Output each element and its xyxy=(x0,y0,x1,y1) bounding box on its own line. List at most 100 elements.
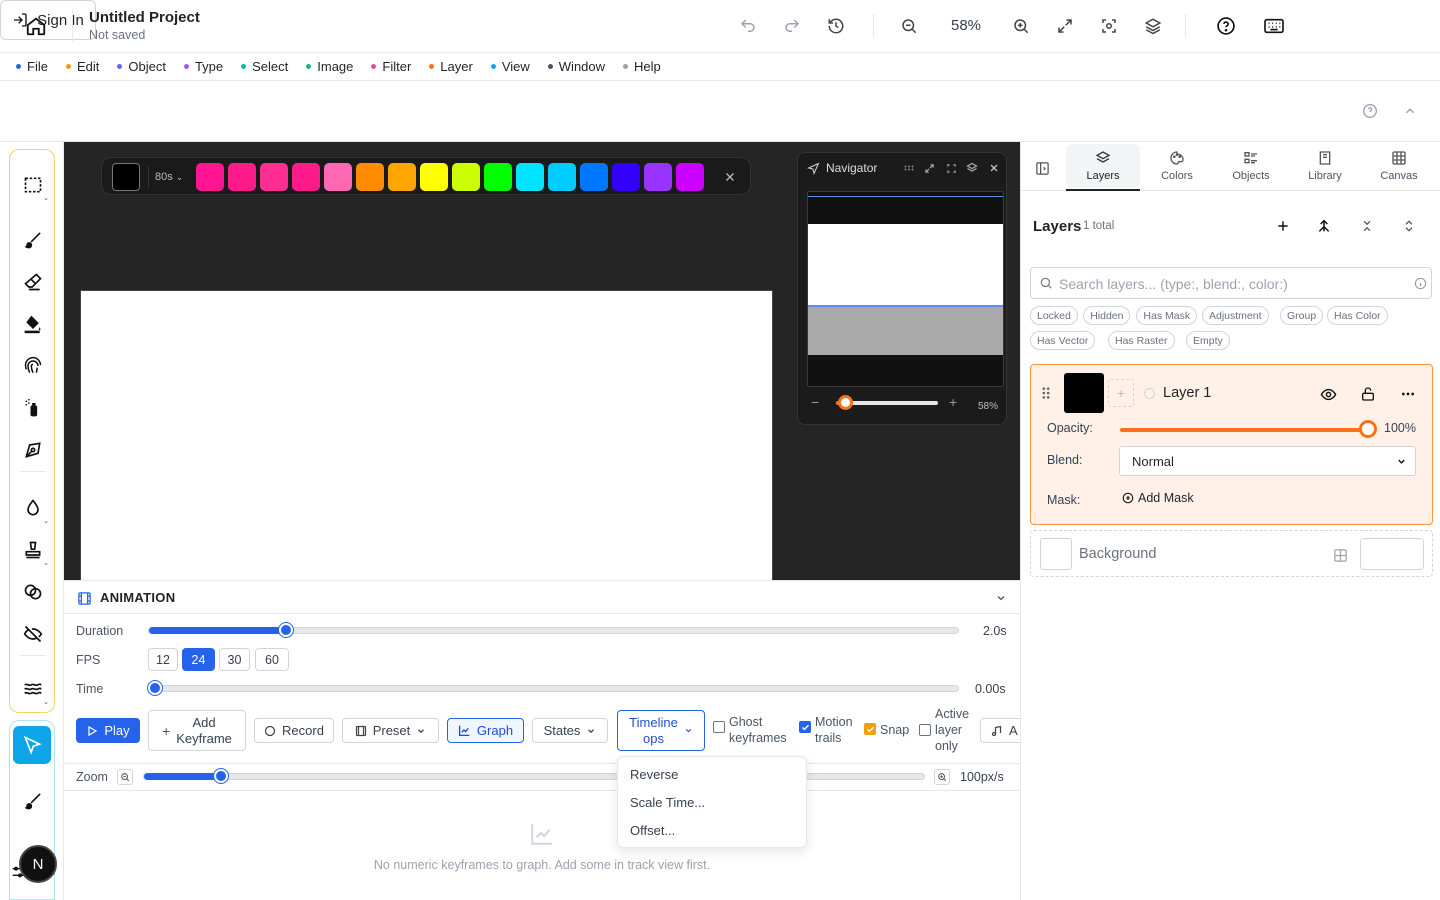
pointer-icon[interactable] xyxy=(13,726,51,764)
blur-drop-icon[interactable]: ⌄ xyxy=(20,495,49,525)
filter-chip[interactable]: Has Color xyxy=(1327,306,1388,325)
add-mask-button[interactable]: Add Mask xyxy=(1122,491,1194,505)
background-thumbnail[interactable] xyxy=(1040,538,1072,570)
snap-toggle[interactable]: Snap xyxy=(864,722,909,738)
layer-color-dot[interactable] xyxy=(1144,388,1155,399)
expand-icon[interactable] xyxy=(922,161,936,175)
color-swatch[interactable] xyxy=(676,163,704,191)
help-icon[interactable] xyxy=(1212,12,1240,40)
fps-30-button[interactable]: 30 xyxy=(219,648,250,671)
opacity-slider[interactable] xyxy=(1120,428,1370,432)
duration-slider[interactable] xyxy=(148,627,959,634)
home-icon[interactable] xyxy=(20,11,52,41)
collapse-icon[interactable] xyxy=(1400,101,1420,121)
menu-item-edit[interactable]: Edit xyxy=(65,59,99,74)
zoom-level[interactable]: 58% xyxy=(940,17,992,34)
menu-item-layer[interactable]: Layer xyxy=(429,59,473,74)
layer-row[interactable]: + Layer 1 Opacity: 100% Blend: Normal Ma… xyxy=(1030,364,1433,525)
color-swatch[interactable] xyxy=(260,163,288,191)
color-swatch[interactable] xyxy=(388,163,416,191)
color-swatch[interactable] xyxy=(516,163,544,191)
ghost-keyframes-checkbox[interactable] xyxy=(713,721,725,733)
graph-button[interactable]: Graph xyxy=(447,718,524,743)
scale-time-menu-item[interactable]: Scale Time... xyxy=(630,795,705,810)
tab-layers[interactable]: Layers xyxy=(1066,144,1140,191)
history-icon[interactable] xyxy=(822,12,850,40)
color-swatch[interactable] xyxy=(612,163,640,191)
add-mask-thumb-icon[interactable]: + xyxy=(1108,379,1134,407)
layers-icon[interactable] xyxy=(965,161,979,175)
timeline-ops-button[interactable]: Timeline ops xyxy=(617,710,705,751)
menu-item-image[interactable]: Image xyxy=(306,59,353,74)
eraser-icon[interactable] xyxy=(20,269,46,295)
drag-handle-icon[interactable] xyxy=(1039,385,1053,401)
blend-mode-select[interactable]: Normal xyxy=(1119,446,1416,476)
redo-icon[interactable] xyxy=(778,12,806,40)
collapse-all-icon[interactable] xyxy=(1357,216,1377,236)
drag-handle-icon[interactable] xyxy=(902,161,916,175)
layer-thumbnail[interactable] xyxy=(1064,373,1104,413)
menu-item-window[interactable]: Window xyxy=(547,59,605,74)
brush-icon[interactable] xyxy=(20,227,46,253)
more-options-icon[interactable] xyxy=(1398,384,1418,404)
fingerprint-icon[interactable] xyxy=(20,353,46,379)
offset-menu-item[interactable]: Offset... xyxy=(630,823,675,838)
close-icon[interactable] xyxy=(720,167,740,187)
waves-icon[interactable]: ⌄ xyxy=(20,676,49,706)
tab-objects[interactable]: Objects xyxy=(1214,144,1288,188)
ghost-keyframes-toggle[interactable]: Ghost keyframes xyxy=(713,714,787,746)
color-swatch[interactable] xyxy=(196,163,224,191)
record-button[interactable]: Record xyxy=(254,718,334,743)
user-avatar[interactable]: N xyxy=(19,845,57,883)
color-swatch[interactable] xyxy=(548,163,576,191)
artboard[interactable] xyxy=(80,290,773,580)
panel-toggle-icon[interactable] xyxy=(1033,159,1051,177)
fps-12-button[interactable]: 12 xyxy=(148,648,178,671)
filter-chip[interactable]: Adjustment xyxy=(1202,306,1269,325)
add-layer-icon[interactable] xyxy=(1273,216,1293,236)
color-swatch[interactable] xyxy=(580,163,608,191)
paint-bucket-icon[interactable] xyxy=(20,311,46,337)
fps-60-button[interactable]: 60 xyxy=(255,648,289,671)
menu-item-view[interactable]: View xyxy=(490,59,530,74)
layer-name[interactable]: Layer 1 xyxy=(1163,385,1211,401)
eye-off-icon[interactable] xyxy=(20,621,46,647)
preset-button[interactable]: Preset xyxy=(342,718,439,743)
filter-chip[interactable]: Has Mask xyxy=(1136,306,1198,325)
menu-item-object[interactable]: Object xyxy=(117,59,166,74)
nav-zoom-knob[interactable] xyxy=(838,395,853,410)
color-swatch[interactable] xyxy=(644,163,672,191)
timeline-zoom-knob[interactable] xyxy=(214,769,229,783)
zoom-out-icon[interactable] xyxy=(895,12,923,40)
animation-header[interactable]: ANIMATION xyxy=(64,581,1020,614)
focus-icon[interactable] xyxy=(944,161,958,175)
active-layer-only-toggle[interactable]: Active layer only xyxy=(919,706,969,754)
color-swatch[interactable] xyxy=(484,163,512,191)
menu-item-help[interactable]: Help xyxy=(623,59,661,74)
eye-icon[interactable] xyxy=(1318,384,1338,404)
help-circle-icon[interactable] xyxy=(1360,101,1380,121)
spray-can-icon[interactable] xyxy=(20,395,46,421)
color-swatch[interactable] xyxy=(228,163,256,191)
active-layer-only-checkbox[interactable] xyxy=(919,724,931,736)
color-swatch[interactable] xyxy=(452,163,480,191)
fps-24-button[interactable]: 24 xyxy=(182,648,215,671)
shapes-icon[interactable] xyxy=(20,579,46,605)
states-button[interactable]: States xyxy=(532,718,608,743)
add-keyframe-button[interactable]: + Add Keyframe xyxy=(148,710,246,751)
current-color-swatch[interactable] xyxy=(112,163,140,191)
navigator-preview[interactable] xyxy=(807,191,1004,387)
stamp-icon[interactable]: ⌄ xyxy=(20,537,49,567)
menu-item-filter[interactable]: Filter xyxy=(371,59,411,74)
menu-item-type[interactable]: Type xyxy=(183,59,223,74)
color-swatch[interactable] xyxy=(420,163,448,191)
chevron-down-icon[interactable] xyxy=(994,591,1008,605)
time-knob[interactable] xyxy=(148,681,162,695)
marquee-select-icon[interactable]: ⌄ xyxy=(20,172,49,202)
color-swatch[interactable] xyxy=(292,163,320,191)
filter-chip[interactable]: Has Raster xyxy=(1108,331,1175,350)
pen-nib-icon[interactable] xyxy=(20,437,46,463)
timeline-zoom-slider[interactable] xyxy=(143,773,925,780)
tab-colors[interactable]: Colors xyxy=(1140,144,1214,188)
layer-search-field[interactable]: Search layers... (type:, blend:, color:) xyxy=(1030,267,1432,299)
